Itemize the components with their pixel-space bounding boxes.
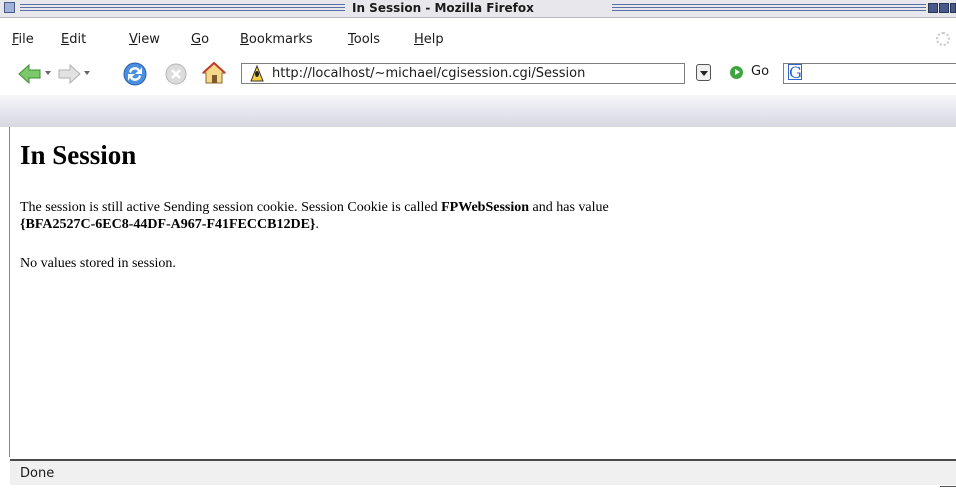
- status-text: Done: [20, 466, 55, 481]
- go-button[interactable]: Go: [751, 64, 769, 79]
- cookie-name: FPWebSession: [441, 200, 530, 215]
- menu-bookmarks[interactable]: Bookmarks: [240, 32, 313, 47]
- bookmarks-toolbar: [0, 95, 956, 127]
- menu-file[interactable]: File: [12, 32, 34, 47]
- content-left-border: [9, 127, 10, 457]
- site-icon: [250, 64, 264, 86]
- window-title-bar: In Session - Mozilla Firefox: [0, 0, 956, 18]
- stop-icon[interactable]: [165, 63, 187, 89]
- forward-arrow-icon[interactable]: [57, 63, 81, 89]
- reload-icon[interactable]: [122, 61, 148, 91]
- session-info-paragraph: The session is still active Sending sess…: [20, 199, 780, 233]
- resize-corner[interactable]: [940, 486, 956, 487]
- window-title: In Session - Mozilla Firefox: [352, 1, 534, 15]
- window-menu-icon[interactable]: [4, 2, 15, 13]
- title-bar-decoration-right: [612, 4, 926, 13]
- session-text-part1: The session is still active Sending sess…: [20, 200, 442, 215]
- search-input[interactable]: G: [783, 63, 956, 84]
- shade-window-icon[interactable]: [939, 3, 949, 13]
- activity-throbber-icon: [936, 32, 950, 46]
- session-text-part3: .: [315, 217, 319, 232]
- menu-view[interactable]: View: [129, 32, 160, 47]
- status-bar: Done: [10, 459, 956, 485]
- menu-edit[interactable]: Edit: [61, 32, 86, 47]
- url-text[interactable]: http://localhost/~michael/cgisession.cgi…: [272, 66, 585, 81]
- session-values-paragraph: No values stored in session.: [20, 256, 176, 271]
- url-bar[interactable]: http://localhost/~michael/cgisession.cgi…: [241, 63, 685, 84]
- cookie-value: {BFA2527C-6EC8-44DF-A967-F41FECCB12DE}: [20, 217, 316, 232]
- session-text-part2: and has value: [529, 200, 609, 215]
- page-heading: In Session: [20, 140, 137, 170]
- navigation-toolbar: http://localhost/~michael/cgisession.cgi…: [0, 55, 956, 95]
- menu-go[interactable]: Go: [191, 32, 209, 47]
- home-icon[interactable]: [201, 60, 227, 90]
- go-arrow-icon[interactable]: [730, 66, 743, 79]
- menu-help[interactable]: Help: [414, 32, 444, 47]
- maximize-window-icon[interactable]: [950, 3, 956, 13]
- title-bar-decoration-left: [20, 4, 345, 13]
- menu-bar: File Edit View Go Bookmarks Tools Help: [0, 30, 956, 50]
- minimize-window-icon[interactable]: [928, 3, 938, 13]
- menu-tools[interactable]: Tools: [348, 32, 380, 47]
- page-content: In Session The session is still active S…: [20, 140, 940, 271]
- url-history-dropdown-icon[interactable]: [696, 64, 711, 81]
- forward-history-dropdown-icon[interactable]: [84, 71, 90, 75]
- search-engine-icon[interactable]: G: [788, 64, 802, 81]
- back-arrow-icon[interactable]: [18, 63, 42, 89]
- back-history-dropdown-icon[interactable]: [45, 71, 51, 75]
